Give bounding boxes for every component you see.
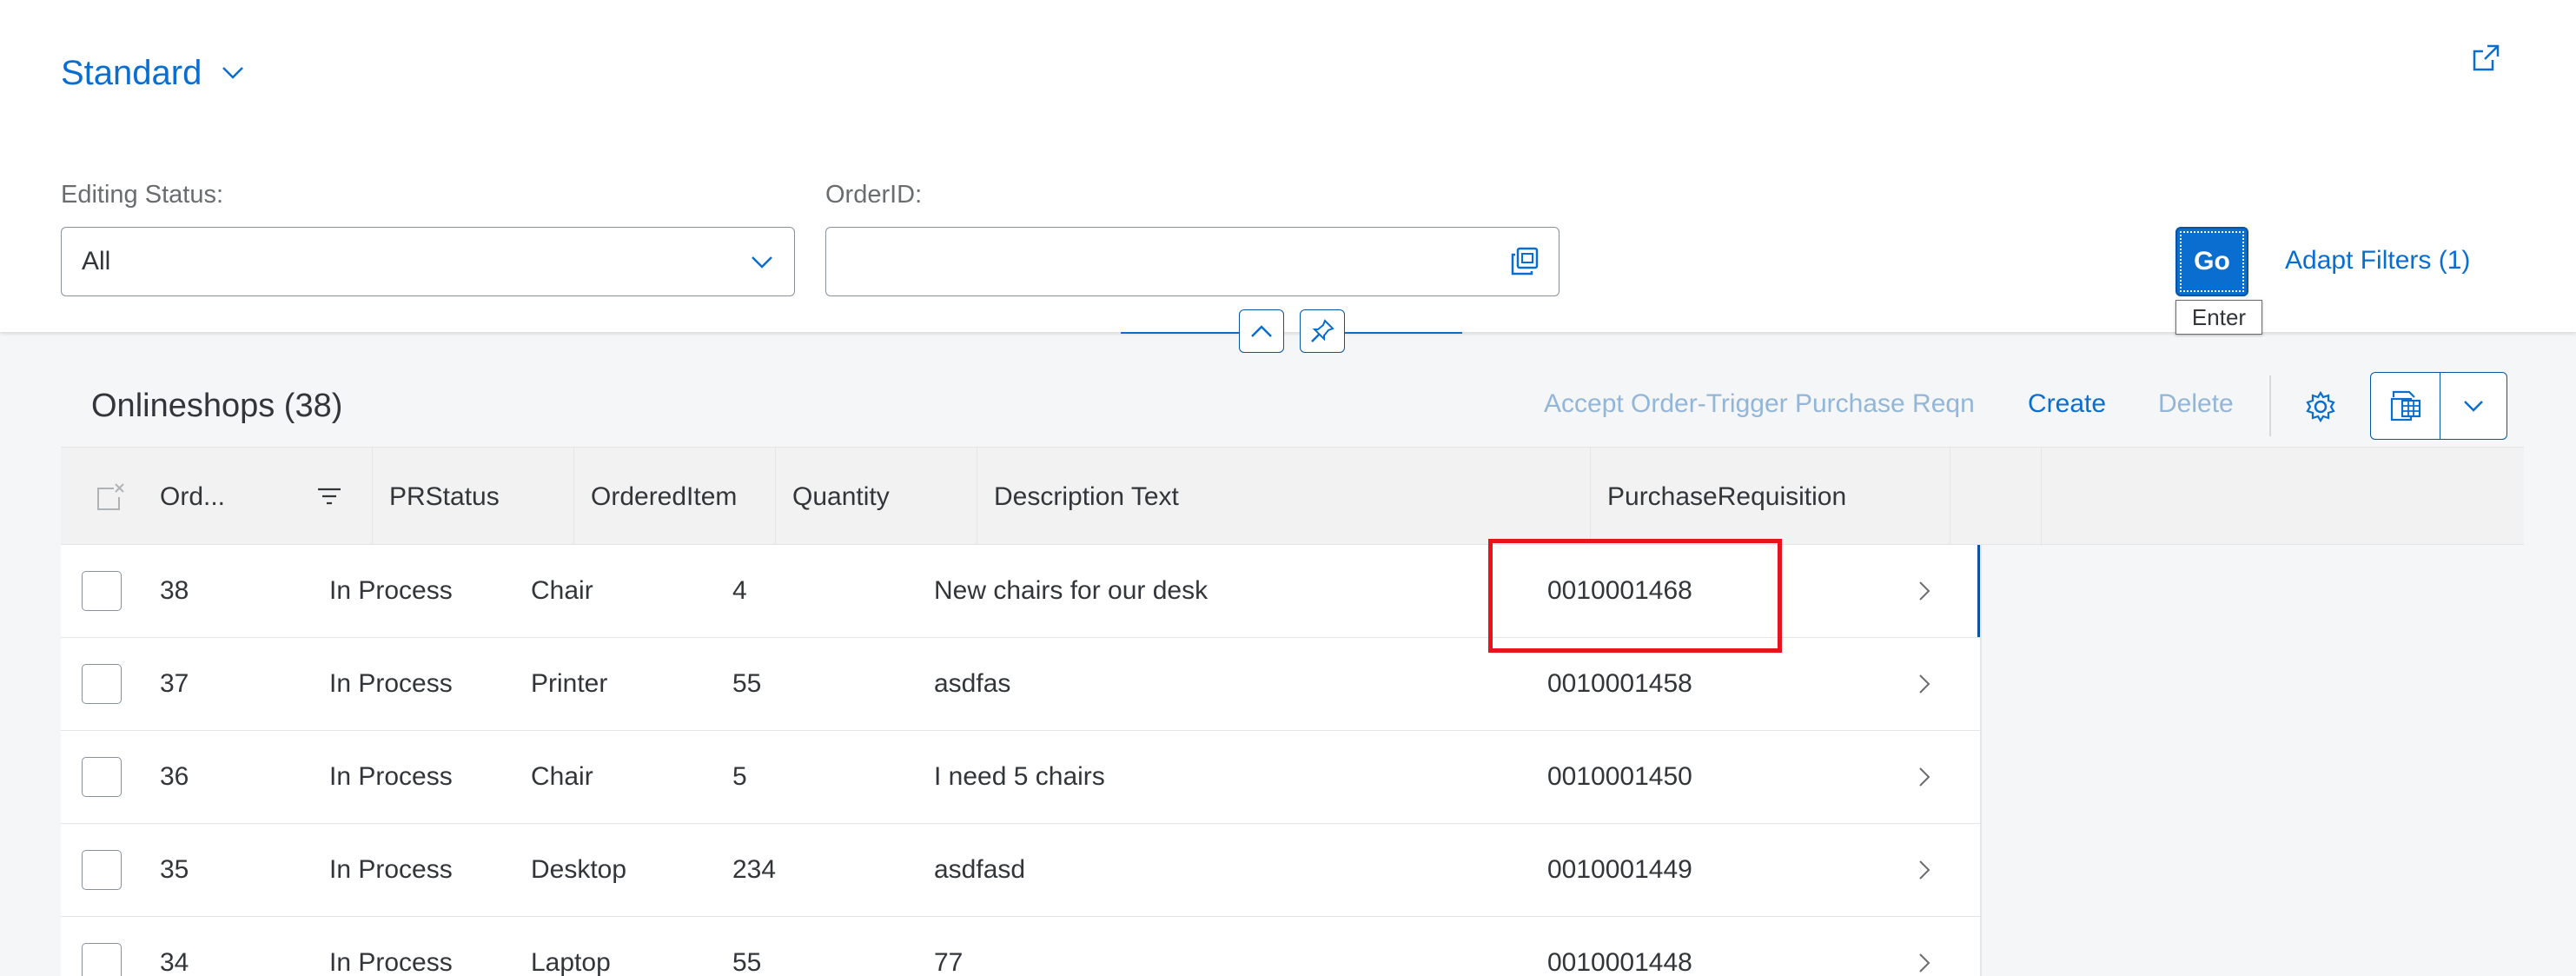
settings-gear-icon[interactable] (2298, 384, 2343, 429)
cell-description: I need 5 chairs (934, 762, 1105, 791)
adapt-filters-button[interactable]: Adapt Filters (1) (2285, 246, 2470, 276)
column-header-label: Ord... (160, 481, 226, 511)
chevron-down-icon (221, 65, 245, 85)
cell-description: asdfas (934, 669, 1011, 698)
toolbar-separator (2269, 375, 2271, 436)
cell-item: Chair (531, 576, 593, 605)
chevron-down-icon[interactable] (2440, 373, 2506, 439)
row-checkbox[interactable] (82, 664, 122, 704)
share-icon[interactable] (2467, 38, 2506, 76)
value-help-icon[interactable] (1508, 245, 1541, 278)
delete-button[interactable]: Delete (2158, 389, 2234, 419)
editing-status-select[interactable]: All (61, 227, 795, 296)
cell-quantity: 4 (732, 576, 747, 605)
cell-order: 38 (160, 576, 189, 605)
chevron-right-icon[interactable] (1911, 950, 1937, 976)
cell-description: asdfasd (934, 855, 1026, 884)
cell-description: 77 (934, 948, 964, 976)
table-title: Onlineshops (38) (91, 388, 343, 424)
table-header: Ord... PRStatus OrderedItem Quantity Des… (61, 447, 2524, 546)
variant-selector[interactable]: Standard (61, 54, 245, 93)
table-row[interactable]: 37 In Process Printer 55 asdfas 00100014… (61, 638, 1982, 731)
pin-header-button[interactable] (1300, 309, 1345, 353)
column-header-navigation (1950, 448, 2042, 546)
collapse-header-button[interactable] (1239, 309, 1284, 353)
order-id-label: OrderID: (825, 181, 923, 209)
row-checkbox[interactable] (82, 943, 122, 976)
divider-line (1121, 332, 1240, 334)
order-id-input[interactable] (825, 227, 1560, 296)
cell-description: New chairs for our desk (934, 576, 1209, 605)
column-header-purchaserequisition[interactable]: PurchaseRequisition (1591, 448, 1950, 546)
chevron-right-icon[interactable] (1911, 857, 1937, 883)
go-button[interactable]: Go (2175, 227, 2248, 296)
row-checkbox[interactable] (82, 571, 122, 611)
cell-status: In Process (329, 855, 453, 884)
cell-order: 36 (160, 762, 189, 791)
cell-purchase-requisition: 0010001449 (1547, 855, 1692, 884)
chevron-right-icon[interactable] (1911, 764, 1937, 790)
cell-item: Printer (531, 669, 608, 698)
cell-quantity: 55 (732, 948, 762, 976)
chevron-right-icon[interactable] (1911, 578, 1937, 604)
filter-bar: Standard Editing Status: All OrderID: Go… (0, 0, 2576, 332)
column-header-description[interactable]: Description Text (977, 448, 1591, 546)
row-checkbox[interactable] (82, 850, 122, 890)
export-button-group (2370, 372, 2507, 440)
row-checkbox[interactable] (82, 757, 122, 797)
cell-status: In Process (329, 762, 453, 791)
go-tooltip: Enter (2175, 300, 2262, 335)
divider-line (1343, 332, 1462, 334)
cell-quantity: 234 (732, 855, 777, 884)
cell-purchase-requisition: 0010001448 (1547, 948, 1692, 976)
create-button[interactable]: Create (2028, 389, 2106, 419)
deselect-all-icon[interactable] (61, 448, 160, 546)
table-row[interactable]: 36 In Process Chair 5 I need 5 chairs 00… (61, 731, 1982, 824)
export-spreadsheet-icon[interactable] (2371, 373, 2440, 439)
table-right-border (1980, 545, 1982, 976)
accept-order-button[interactable]: Accept Order-Trigger Purchase Reqn (1544, 389, 1975, 419)
cell-quantity: 5 (732, 762, 747, 791)
sort-icon (316, 484, 342, 514)
column-header-quantity[interactable]: Quantity (776, 448, 977, 546)
chevron-right-icon[interactable] (1911, 671, 1937, 697)
variant-title: Standard (61, 54, 202, 92)
column-header-order[interactable]: Ord... (160, 448, 373, 546)
cell-status: In Process (329, 948, 453, 976)
chevron-down-icon[interactable] (749, 249, 775, 282)
column-header-prstatus[interactable]: PRStatus (373, 448, 574, 546)
cell-item: Desktop (531, 855, 627, 884)
table-row[interactable]: 34 In Process Laptop 55 77 0010001448 (61, 917, 1982, 976)
column-header-ordereditem[interactable]: OrderedItem (574, 448, 776, 546)
cell-item: Laptop (531, 948, 611, 976)
cell-quantity: 55 (732, 669, 762, 698)
editing-status-value: All (82, 247, 111, 276)
cell-order: 37 (160, 669, 189, 698)
cell-status: In Process (329, 576, 453, 605)
table-row[interactable]: 38 In Process Chair 4 New chairs for our… (61, 545, 1982, 638)
cell-order: 34 (160, 948, 189, 976)
cell-purchase-requisition: 0010001458 (1547, 669, 1692, 698)
editing-status-label: Editing Status: (61, 181, 223, 209)
cell-item: Chair (531, 762, 593, 791)
cell-order: 35 (160, 855, 189, 884)
cell-status: In Process (329, 669, 453, 698)
table-row[interactable]: 35 In Process Desktop 234 asdfasd 001000… (61, 824, 1982, 917)
cell-purchase-requisition: 0010001450 (1547, 762, 1692, 791)
cell-purchase-requisition: 0010001468 (1547, 576, 1692, 605)
